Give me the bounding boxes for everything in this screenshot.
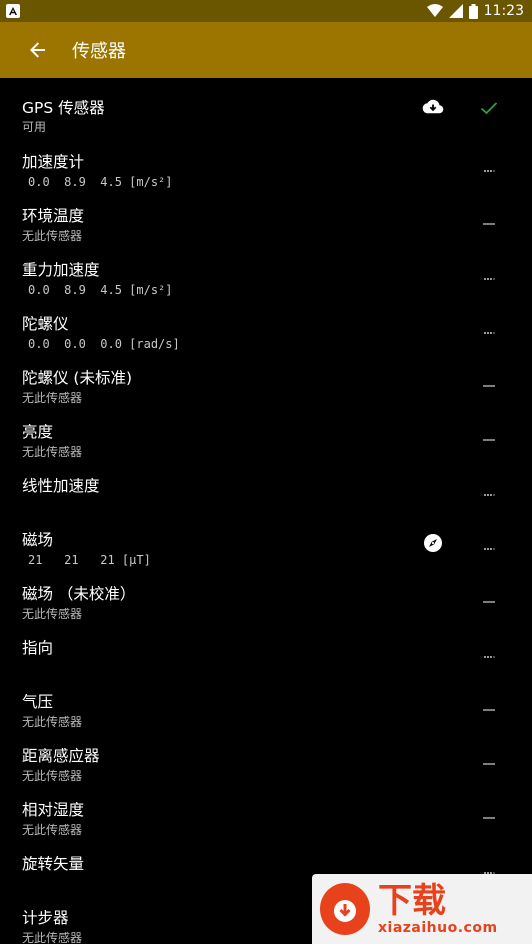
sensor-name: 线性加速度 (22, 477, 100, 495)
sensor-values: 0.0 0.0 0.0 [rad/s] (28, 337, 180, 351)
activity-dots-icon (484, 274, 496, 284)
page-title: 传感器 (72, 41, 126, 62)
sensor-status: 可用 (22, 120, 47, 134)
activity-dots-icon (484, 544, 496, 554)
sensor-status: 无此传感器 (22, 931, 83, 944)
sensor-status: 无此传感器 (22, 391, 83, 405)
sensor-name: 距离感应器 (22, 747, 100, 765)
sensor-status: 无此传感器 (22, 769, 83, 783)
activity-dots-icon (484, 166, 496, 176)
unavailable-dash-icon (483, 601, 495, 603)
watermark-site: xiazaihuo.com (378, 920, 498, 936)
sensor-values: 0.0 8.9 4.5 [m/s²] (28, 283, 173, 297)
sensor-row[interactable]: 陀螺仪 (未标准) 无此传感器 (0, 352, 532, 406)
watermark-flame-icon (320, 883, 370, 935)
unavailable-dash-icon (483, 439, 495, 441)
unavailable-dash-icon (483, 385, 495, 387)
unavailable-dash-icon (483, 817, 495, 819)
watermark-title: 下载 (378, 881, 446, 921)
sensor-row[interactable]: 磁场 21 21 21 [μT] (0, 514, 532, 568)
sensor-name: 磁场 （未校准） (22, 585, 136, 603)
status-time: 11:23 (483, 3, 524, 19)
sensor-status: 无此传感器 (22, 229, 83, 243)
sensor-row[interactable]: 亮度 无此传感器 (0, 406, 532, 460)
cellular-signal-icon (448, 4, 463, 18)
sensor-row[interactable]: GPS 传感器可用 (0, 78, 532, 136)
sensor-name: 加速度计 (22, 153, 85, 171)
sensor-name: 计步器 (22, 909, 69, 927)
app-bar: 传感器 (0, 22, 532, 78)
unavailable-dash-icon (483, 223, 495, 225)
sensor-status: 无此传感器 (22, 715, 83, 729)
notification-app-icon (6, 4, 20, 18)
sensor-row[interactable]: 距离感应器无此传感器 (0, 730, 532, 784)
sensor-status: 无此传感器 (22, 607, 83, 621)
sensor-name: 旋转矢量 (22, 855, 85, 873)
sensor-name: 气压 (22, 693, 54, 711)
watermark-logo: 下载 xiazaihuo.com (312, 874, 532, 944)
sensor-row[interactable]: 环境温度 无此传感器 (0, 190, 532, 244)
activity-dots-icon (484, 490, 496, 500)
sensor-status: 无此传感器 (22, 445, 83, 459)
sensor-row[interactable]: 指向 (0, 622, 532, 676)
sensor-values: 0.0 8.9 4.5 [m/s²] (28, 175, 173, 189)
status-bar: 11:23 (0, 0, 532, 22)
sensor-row[interactable]: 线性加速度 (0, 460, 532, 514)
cloud-download-icon (422, 96, 444, 118)
check-icon (480, 100, 498, 119)
sensor-name: 磁场 (22, 531, 54, 549)
sensor-name: 指向 (22, 639, 54, 657)
compass-icon (422, 532, 444, 554)
sensor-row[interactable]: 重力加速度 0.0 8.9 4.5 [m/s²] (0, 244, 532, 298)
sensor-status: 无此传感器 (22, 823, 83, 837)
battery-icon (468, 3, 478, 19)
sensor-name: 环境温度 (22, 207, 85, 225)
sensor-list: GPS 传感器 可用 加速度计 0.0 8.9 4.5 [m/s²] 环境温度 无此传感器… (0, 78, 532, 944)
sensor-name: 陀螺仪 (未标准) (22, 369, 133, 387)
sensor-name: 相对湿度 (22, 801, 85, 819)
sensor-values: 21 21 21 [μT] (28, 553, 151, 567)
sensor-row[interactable]: 相对湿度 无此传感器 (0, 784, 532, 838)
sensor-row[interactable]: 陀螺仪 0.0 0.0 0.0 [rad/s] (0, 298, 532, 352)
back-arrow-icon[interactable] (26, 38, 50, 62)
wifi-icon (426, 4, 443, 18)
activity-dots-icon (484, 652, 496, 662)
sensor-row[interactable]: 加速度计 0.0 8.9 4.5 [m/s²] (0, 136, 532, 190)
sensor-row[interactable]: 磁场 （未校准） 无此传感器 (0, 568, 532, 622)
unavailable-dash-icon (483, 763, 495, 765)
sensor-row[interactable]: 气压 无此传感器 (0, 676, 532, 730)
sensor-name: GPS 传感器 (22, 99, 105, 117)
sensor-name: 亮度 (22, 423, 54, 441)
activity-dots-icon (484, 328, 496, 338)
sensor-name: 重力加速度 (22, 261, 100, 279)
sensor-name: 陀螺仪 (22, 315, 69, 333)
unavailable-dash-icon (483, 709, 495, 711)
